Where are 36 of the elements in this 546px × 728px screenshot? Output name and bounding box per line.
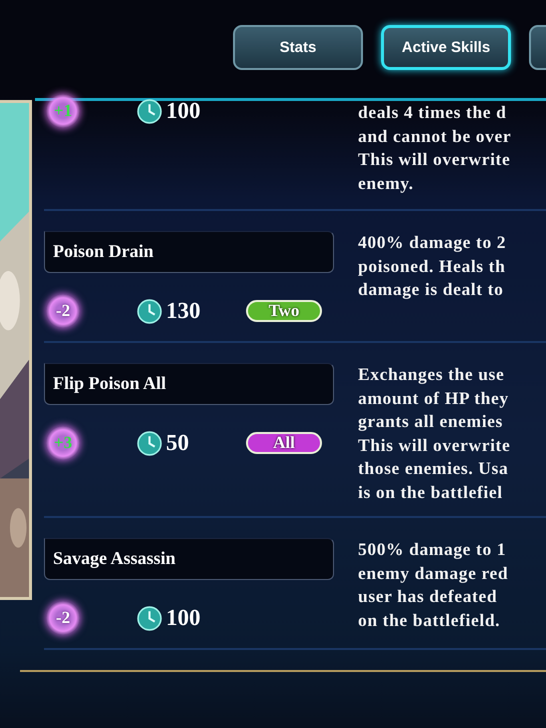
cooldown: 100 <box>166 98 202 124</box>
description-line: poisoned. Heals th <box>358 254 506 278</box>
description-line: is on the battlefiel <box>358 480 504 504</box>
sp-badge: +3 <box>46 426 80 460</box>
sp-badge: -2 <box>46 601 80 635</box>
description-line: those enemies. Usa <box>358 457 510 480</box>
cooldown: 50 <box>166 430 190 456</box>
description-line: 400% damage to 2 <box>358 231 508 254</box>
sp-badge: +1 <box>46 94 80 128</box>
clock-icon <box>137 606 162 630</box>
description-line: amount of HP they <box>358 386 510 410</box>
target-tag: Two <box>246 300 322 322</box>
description-line: enemy damage red <box>358 562 510 585</box>
description-line: damage is dealt to <box>358 278 504 301</box>
sp-badge: -2 <box>46 294 80 328</box>
tab[interactable]: Active Skills <box>381 25 511 70</box>
description-line: 500% damage to 1 <box>358 538 508 561</box>
description-line: This will overwrite <box>358 434 512 456</box>
tab[interactable]: Stats <box>233 25 363 70</box>
cooldown: 130 <box>166 298 202 324</box>
skill-name: Flip Poison All <box>44 363 334 405</box>
skill-name: Poison Drain <box>44 231 334 273</box>
target-tag: All <box>246 432 322 454</box>
description-line: Exchanges the use <box>358 363 506 386</box>
description-line: and cannot be over <box>358 124 512 148</box>
description-line: user has defeated <box>358 585 498 608</box>
cooldown: 100 <box>166 605 202 631</box>
description-line: This will overwrite <box>358 148 512 171</box>
skill-name: Savage Assassin <box>44 538 334 580</box>
clock-icon <box>137 98 162 124</box>
description-line: enemy. <box>358 172 415 195</box>
description-line: grants all enemies <box>358 410 504 433</box>
clock-icon <box>137 298 162 324</box>
clock-icon <box>137 430 162 456</box>
description-line: on the battlefield. <box>358 608 502 632</box>
description-line: deals 4 times the d <box>358 101 508 124</box>
